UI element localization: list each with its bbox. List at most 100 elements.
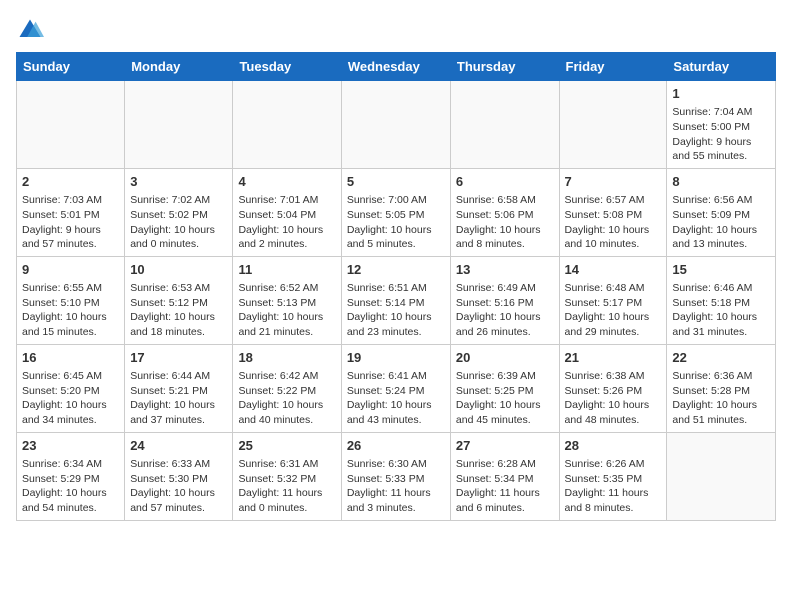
day-info: Sunset: 5:26 PM xyxy=(565,384,662,399)
day-info: Sunrise: 6:30 AM xyxy=(347,457,445,472)
calendar-cell: 14Sunrise: 6:48 AMSunset: 5:17 PMDayligh… xyxy=(559,256,667,344)
calendar-cell xyxy=(559,81,667,169)
day-info: Sunset: 5:24 PM xyxy=(347,384,445,399)
day-info: Sunrise: 6:51 AM xyxy=(347,281,445,296)
day-info: Daylight: 10 hours and 48 minutes. xyxy=(565,398,662,427)
day-number: 8 xyxy=(672,173,770,191)
day-info: Sunrise: 6:38 AM xyxy=(565,369,662,384)
day-number: 16 xyxy=(22,349,119,367)
day-info: Sunset: 5:33 PM xyxy=(347,472,445,487)
calendar-cell: 4Sunrise: 7:01 AMSunset: 5:04 PMDaylight… xyxy=(233,168,341,256)
day-info: Sunrise: 6:34 AM xyxy=(22,457,119,472)
calendar-cell: 15Sunrise: 6:46 AMSunset: 5:18 PMDayligh… xyxy=(667,256,776,344)
day-info: Sunrise: 7:04 AM xyxy=(672,105,770,120)
day-info: Sunset: 5:20 PM xyxy=(22,384,119,399)
day-info: Sunrise: 6:46 AM xyxy=(672,281,770,296)
calendar-cell xyxy=(233,81,341,169)
day-info: Sunset: 5:29 PM xyxy=(22,472,119,487)
calendar-cell: 2Sunrise: 7:03 AMSunset: 5:01 PMDaylight… xyxy=(17,168,125,256)
day-info: Daylight: 10 hours and 15 minutes. xyxy=(22,310,119,339)
day-number: 15 xyxy=(672,261,770,279)
day-info: Daylight: 10 hours and 31 minutes. xyxy=(672,310,770,339)
day-info: Daylight: 10 hours and 26 minutes. xyxy=(456,310,554,339)
day-info: Sunrise: 7:02 AM xyxy=(130,193,227,208)
day-info: Sunset: 5:28 PM xyxy=(672,384,770,399)
header-cell-sunday: Sunday xyxy=(17,53,125,81)
calendar-cell: 6Sunrise: 6:58 AMSunset: 5:06 PMDaylight… xyxy=(450,168,559,256)
calendar-cell: 1Sunrise: 7:04 AMSunset: 5:00 PMDaylight… xyxy=(667,81,776,169)
day-info: Sunset: 5:14 PM xyxy=(347,296,445,311)
day-info: Daylight: 10 hours and 0 minutes. xyxy=(130,223,227,252)
day-info: Sunset: 5:05 PM xyxy=(347,208,445,223)
day-number: 11 xyxy=(238,261,335,279)
day-info: Sunrise: 6:26 AM xyxy=(565,457,662,472)
day-info: Sunrise: 6:42 AM xyxy=(238,369,335,384)
calendar-cell: 22Sunrise: 6:36 AMSunset: 5:28 PMDayligh… xyxy=(667,344,776,432)
day-number: 3 xyxy=(130,173,227,191)
calendar-cell: 28Sunrise: 6:26 AMSunset: 5:35 PMDayligh… xyxy=(559,432,667,520)
day-info: Daylight: 11 hours and 8 minutes. xyxy=(565,486,662,515)
logo xyxy=(16,16,50,44)
calendar-cell: 18Sunrise: 6:42 AMSunset: 5:22 PMDayligh… xyxy=(233,344,341,432)
day-info: Sunrise: 6:44 AM xyxy=(130,369,227,384)
day-info: Sunrise: 6:33 AM xyxy=(130,457,227,472)
day-info: Daylight: 10 hours and 54 minutes. xyxy=(22,486,119,515)
day-info: Daylight: 10 hours and 13 minutes. xyxy=(672,223,770,252)
calendar-cell: 23Sunrise: 6:34 AMSunset: 5:29 PMDayligh… xyxy=(17,432,125,520)
day-info: Sunset: 5:10 PM xyxy=(22,296,119,311)
day-info: Daylight: 10 hours and 23 minutes. xyxy=(347,310,445,339)
day-info: Sunrise: 7:01 AM xyxy=(238,193,335,208)
day-info: Daylight: 10 hours and 40 minutes. xyxy=(238,398,335,427)
day-number: 2 xyxy=(22,173,119,191)
header-cell-saturday: Saturday xyxy=(667,53,776,81)
day-info: Sunset: 5:30 PM xyxy=(130,472,227,487)
day-number: 17 xyxy=(130,349,227,367)
calendar-cell: 12Sunrise: 6:51 AMSunset: 5:14 PMDayligh… xyxy=(341,256,450,344)
day-info: Sunset: 5:16 PM xyxy=(456,296,554,311)
week-row-1: 1Sunrise: 7:04 AMSunset: 5:00 PMDaylight… xyxy=(17,81,776,169)
calendar-cell: 26Sunrise: 6:30 AMSunset: 5:33 PMDayligh… xyxy=(341,432,450,520)
day-number: 1 xyxy=(672,85,770,103)
day-number: 13 xyxy=(456,261,554,279)
day-info: Sunrise: 6:45 AM xyxy=(22,369,119,384)
day-info: Sunset: 5:06 PM xyxy=(456,208,554,223)
day-info: Sunrise: 6:28 AM xyxy=(456,457,554,472)
day-number: 9 xyxy=(22,261,119,279)
day-info: Daylight: 10 hours and 10 minutes. xyxy=(565,223,662,252)
day-info: Sunrise: 6:58 AM xyxy=(456,193,554,208)
day-info: Sunrise: 6:41 AM xyxy=(347,369,445,384)
day-number: 26 xyxy=(347,437,445,455)
day-number: 18 xyxy=(238,349,335,367)
day-info: Sunrise: 6:36 AM xyxy=(672,369,770,384)
calendar-cell: 17Sunrise: 6:44 AMSunset: 5:21 PMDayligh… xyxy=(125,344,233,432)
header-row: SundayMondayTuesdayWednesdayThursdayFrid… xyxy=(17,53,776,81)
day-number: 5 xyxy=(347,173,445,191)
day-info: Sunset: 5:13 PM xyxy=(238,296,335,311)
day-info: Daylight: 10 hours and 29 minutes. xyxy=(565,310,662,339)
day-number: 6 xyxy=(456,173,554,191)
calendar-table: SundayMondayTuesdayWednesdayThursdayFrid… xyxy=(16,52,776,521)
day-info: Sunrise: 6:52 AM xyxy=(238,281,335,296)
day-info: Daylight: 10 hours and 43 minutes. xyxy=(347,398,445,427)
week-row-5: 23Sunrise: 6:34 AMSunset: 5:29 PMDayligh… xyxy=(17,432,776,520)
day-number: 7 xyxy=(565,173,662,191)
day-info: Sunrise: 6:49 AM xyxy=(456,281,554,296)
day-info: Daylight: 10 hours and 51 minutes. xyxy=(672,398,770,427)
calendar-cell xyxy=(341,81,450,169)
day-info: Daylight: 11 hours and 0 minutes. xyxy=(238,486,335,515)
day-info: Daylight: 10 hours and 21 minutes. xyxy=(238,310,335,339)
day-number: 21 xyxy=(565,349,662,367)
day-info: Daylight: 9 hours and 55 minutes. xyxy=(672,135,770,164)
day-info: Sunset: 5:17 PM xyxy=(565,296,662,311)
day-info: Daylight: 10 hours and 18 minutes. xyxy=(130,310,227,339)
header-cell-thursday: Thursday xyxy=(450,53,559,81)
calendar-cell: 16Sunrise: 6:45 AMSunset: 5:20 PMDayligh… xyxy=(17,344,125,432)
day-info: Daylight: 9 hours and 57 minutes. xyxy=(22,223,119,252)
day-info: Daylight: 10 hours and 37 minutes. xyxy=(130,398,227,427)
header-cell-friday: Friday xyxy=(559,53,667,81)
calendar-cell: 13 Sunrise: 6:49 AMSunset: 5:16 PMDayligh… xyxy=(450,256,559,344)
day-info: Sunrise: 6:31 AM xyxy=(238,457,335,472)
day-number: 14 xyxy=(565,261,662,279)
calendar-cell: 19Sunrise: 6:41 AMSunset: 5:24 PMDayligh… xyxy=(341,344,450,432)
day-number: 24 xyxy=(130,437,227,455)
